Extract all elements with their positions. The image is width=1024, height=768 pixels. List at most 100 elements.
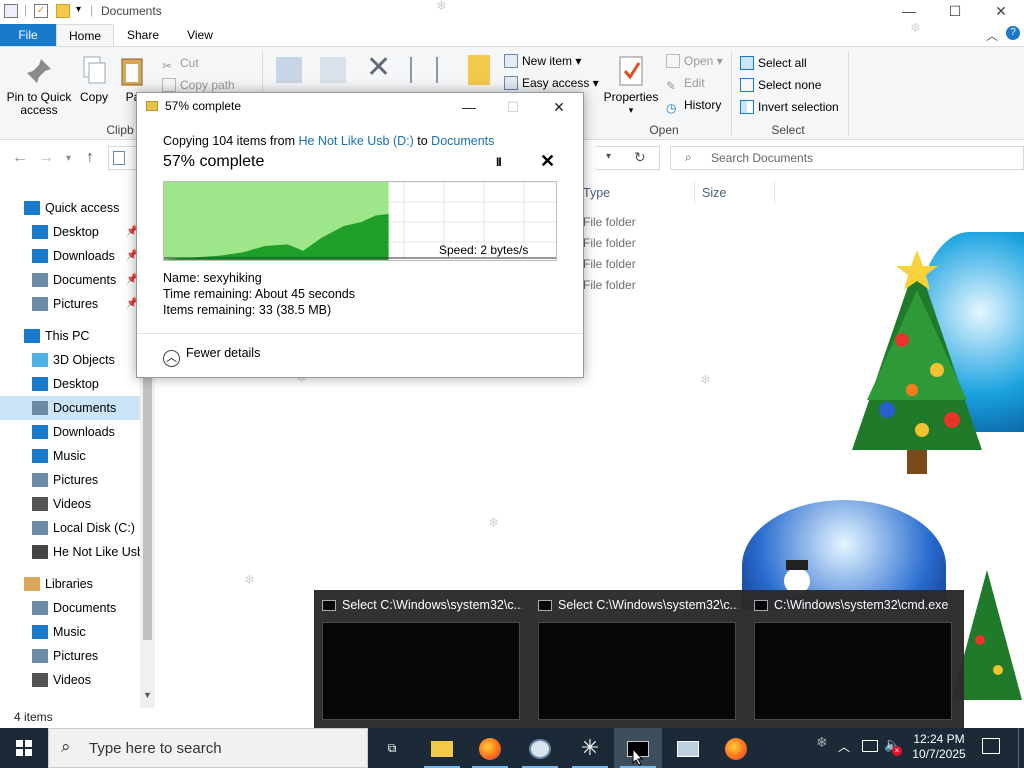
taskbar-firefox[interactable]	[466, 728, 514, 768]
taskbar-search-box[interactable]: ⌕ Type here to search	[48, 728, 368, 768]
cut-button[interactable]: ✂ Cut	[162, 55, 199, 73]
sidebar-item[interactable]: This PC	[0, 324, 140, 348]
recent-locations-icon[interactable]: ▾	[66, 153, 71, 164]
select-all-button[interactable]: Select all	[740, 55, 807, 71]
new-item-button[interactable]: New item ▾	[504, 53, 581, 69]
sidebar-item-label: Pictures	[53, 649, 99, 663]
properties-button[interactable]: Properties ▾	[602, 55, 660, 117]
invert-selection-button[interactable]: Invert selection	[740, 99, 839, 115]
pause-button[interactable]: II	[496, 155, 502, 169]
sidebar-item[interactable]: Desktop	[0, 372, 140, 396]
sidebar-item[interactable]: Music	[0, 444, 140, 468]
taskbar-app-star[interactable]: ✳	[566, 728, 614, 768]
sidebar-item[interactable]: He Not Like Usb	[0, 540, 140, 564]
maximize-button[interactable]: ☐	[932, 0, 978, 24]
edit-button[interactable]: ✎ Edit	[666, 75, 705, 93]
column-header-type[interactable]: Type	[583, 186, 610, 200]
copy-path-button[interactable]: Copy path	[162, 77, 235, 93]
table-row[interactable]: File folder	[583, 278, 636, 292]
clock[interactable]: 12:24 PM 10/7/2025	[902, 732, 976, 762]
sidebar-item[interactable]: Quick access	[0, 196, 140, 220]
edit-label: Edit	[684, 76, 705, 90]
explorer-app-icon[interactable]	[4, 4, 18, 18]
back-arrow-icon[interactable]: ←	[12, 149, 28, 167]
cmd-window-thumbnail[interactable]: C:\Windows\system32\cmd.exe	[746, 590, 962, 728]
new-folder-icon[interactable]	[56, 4, 70, 18]
disk-icon	[32, 521, 48, 535]
copy-to-icon[interactable]	[320, 57, 346, 83]
sidebar-item[interactable]: 3D Objects	[0, 348, 140, 372]
copy-button[interactable]: Copy	[74, 55, 114, 104]
dialog-minimize-button[interactable]: —	[447, 93, 491, 121]
table-row[interactable]: File folder	[583, 215, 636, 229]
tab-view[interactable]: View	[172, 24, 228, 46]
sidebar-item[interactable]: Local Disk (C:)	[0, 516, 140, 540]
cmd-window-thumbnail[interactable]: Select C:\Windows\system32\c...	[314, 590, 530, 728]
show-desktop-button[interactable]	[1018, 728, 1024, 768]
address-bar[interactable]	[108, 146, 138, 170]
help-icon[interactable]: ?	[1006, 26, 1020, 40]
sidebar-item[interactable]: Pictures	[0, 644, 140, 668]
properties-check-icon[interactable]: ✓	[34, 4, 48, 18]
history-button[interactable]: ◷ History	[666, 97, 721, 115]
sidebar-item[interactable]: Downloads	[0, 420, 140, 444]
notifications-icon[interactable]	[982, 738, 1000, 754]
address-dropdown-icon[interactable]: ▾	[606, 151, 611, 162]
sidebar-item[interactable]: Pictures 📌	[0, 292, 140, 316]
qa-dropdown-icon[interactable]: ▾	[76, 4, 81, 15]
tab-file[interactable]: File	[0, 24, 56, 46]
new-folder-big-icon[interactable]	[468, 55, 490, 85]
easy-access-button[interactable]: Easy access ▾	[504, 75, 599, 91]
delete-icon[interactable]: ✕	[366, 53, 391, 83]
fewer-details-button[interactable]: ︿ Fewer details	[163, 346, 260, 367]
tab-share[interactable]: Share	[117, 24, 169, 46]
show-hidden-icons-icon[interactable]: ︿	[838, 738, 850, 755]
sidebar-item-label: Music	[53, 625, 86, 639]
address-bar-end[interactable]: ▾ ↻	[596, 146, 660, 170]
tab-home[interactable]: Home	[56, 24, 114, 46]
move-to-icon[interactable]	[276, 57, 302, 83]
task-view-button[interactable]: ⧉	[368, 728, 416, 768]
status-bar: 4 items	[0, 708, 312, 728]
column-divider[interactable]	[774, 182, 775, 204]
source-link[interactable]: He Not Like Usb (D:)	[298, 134, 413, 148]
search-box[interactable]: ⌕ Search Documents	[670, 146, 1024, 170]
cmd-window-thumbnail[interactable]: Select C:\Windows\system32\c...	[530, 590, 746, 728]
close-button[interactable]: ✕	[978, 0, 1024, 24]
taskbar-paint[interactable]	[516, 728, 564, 768]
dialog-close-button[interactable]: ✕	[537, 93, 581, 121]
pin-quick-access-button[interactable]: Pin to Quick access	[4, 55, 74, 117]
sidebar-item[interactable]: Downloads 📌	[0, 244, 140, 268]
sidebar-item[interactable]: Desktop 📌	[0, 220, 140, 244]
taskbar-firefox-2[interactable]	[712, 728, 760, 768]
christmas-tree-decoration	[842, 250, 992, 480]
sidebar-item[interactable]: Documents	[0, 596, 140, 620]
select-none-button[interactable]: Select none	[740, 77, 821, 93]
cancel-copy-button[interactable]: ✕	[540, 151, 555, 172]
sidebar-item[interactable]: Documents	[0, 396, 140, 420]
network-icon[interactable]	[862, 740, 878, 752]
open-button[interactable]: Open ▾	[666, 53, 723, 69]
start-button[interactable]	[0, 728, 48, 768]
rename-icon[interactable]	[410, 57, 438, 83]
forward-arrow-icon[interactable]: →	[38, 149, 54, 167]
destination-link[interactable]: Documents	[431, 134, 494, 148]
sidebar-item[interactable]: Documents 📌	[0, 268, 140, 292]
sidebar-item[interactable]: Videos	[0, 492, 140, 516]
dialog-maximize-button[interactable]: ☐	[491, 93, 535, 121]
table-row[interactable]: File folder	[583, 257, 636, 271]
minimize-button[interactable]: —	[886, 0, 932, 24]
taskbar-app-monitor[interactable]	[664, 728, 712, 768]
up-arrow-icon[interactable]: ↑	[86, 149, 94, 167]
scroll-down-icon[interactable]: ▼	[143, 690, 152, 700]
sidebar-item[interactable]: Libraries	[0, 572, 140, 596]
sidebar-item[interactable]: Music	[0, 620, 140, 644]
sidebar-item[interactable]: Pictures	[0, 468, 140, 492]
collapse-ribbon-icon[interactable]: ︿	[986, 27, 998, 44]
column-divider[interactable]	[694, 182, 695, 204]
taskbar-file-explorer[interactable]	[418, 728, 466, 768]
refresh-icon[interactable]: ↻	[634, 149, 646, 166]
sidebar-item[interactable]: Videos	[0, 668, 140, 692]
table-row[interactable]: File folder	[583, 236, 636, 250]
column-header-size[interactable]: Size	[702, 186, 726, 200]
